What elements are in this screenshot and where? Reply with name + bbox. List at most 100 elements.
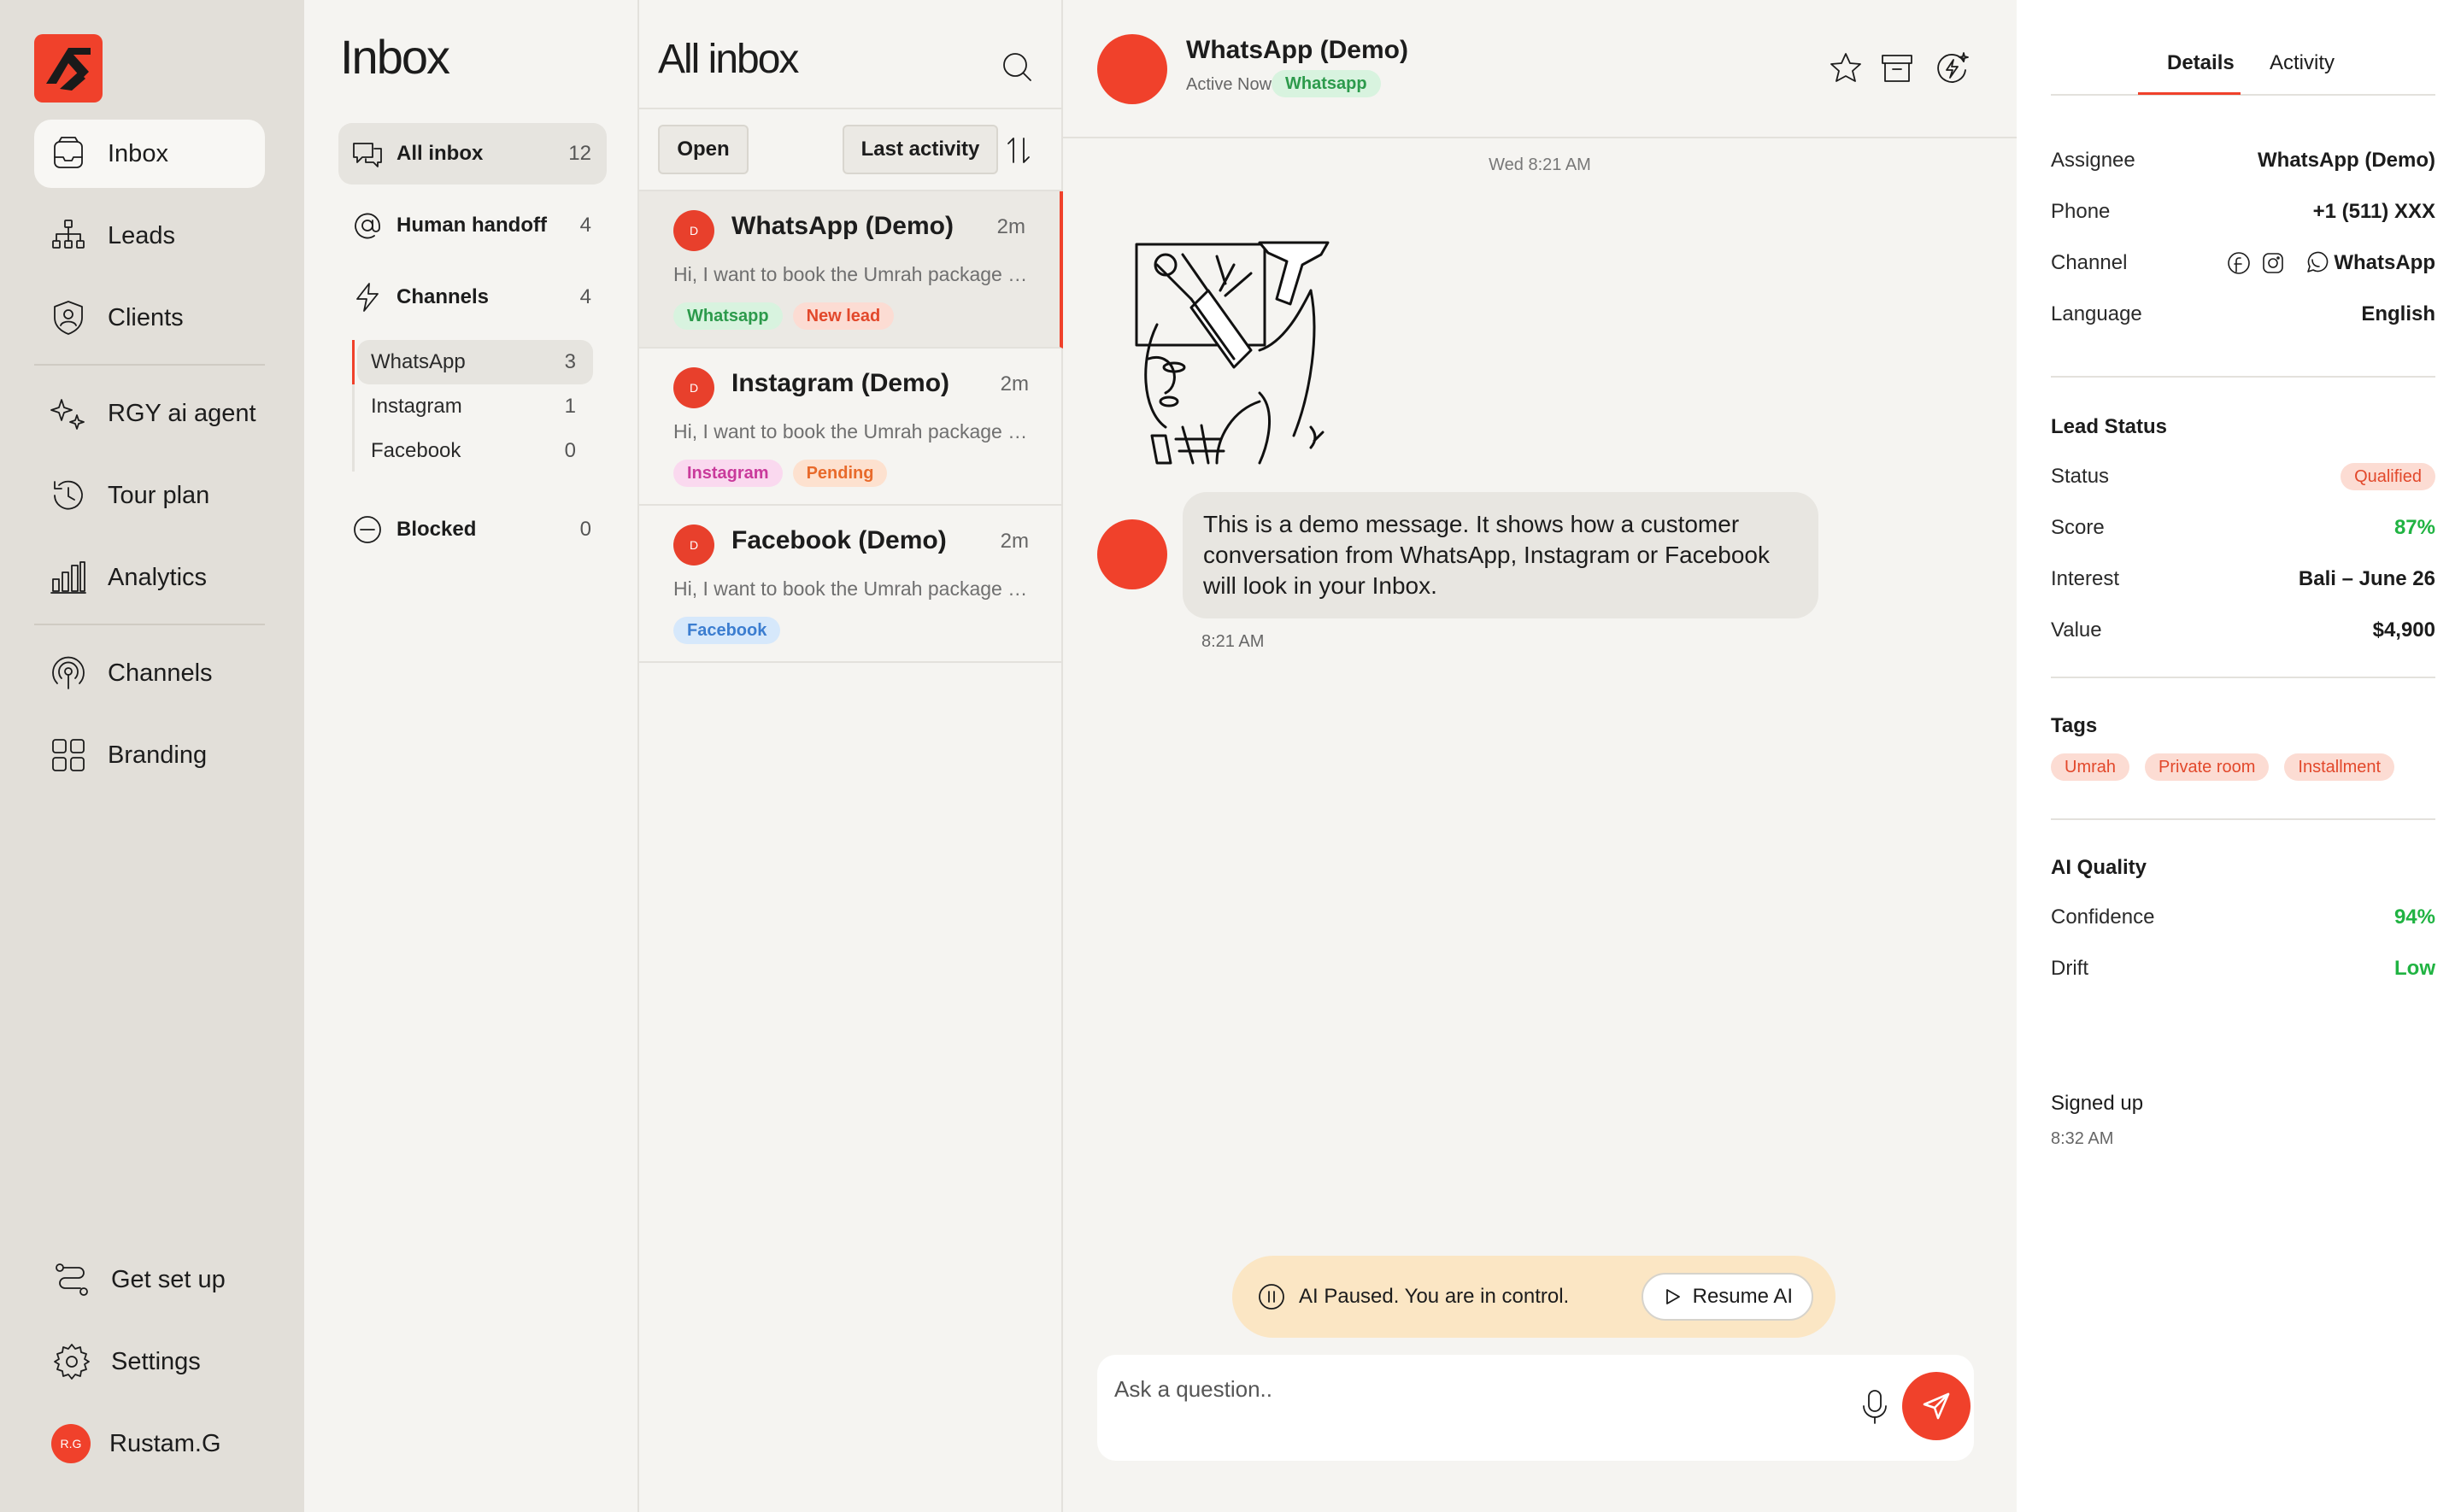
inbox-folders: Inbox All inbox 12 Human handoff 4 Chann… xyxy=(304,0,639,1512)
message-composer xyxy=(1097,1355,1974,1461)
detail-drift: Drift Low xyxy=(2051,952,2435,986)
user-name: Rustam.G xyxy=(109,1429,221,1457)
whatsapp-icon xyxy=(2307,251,2329,273)
detail-key: Channel xyxy=(2051,251,2128,274)
nav-item-get-set-up[interactable]: Get set up xyxy=(34,1245,265,1314)
nav-item-channels[interactable]: Channels xyxy=(34,639,265,707)
folder-channels[interactable]: Channels 4 xyxy=(338,267,607,328)
detail-key: Status xyxy=(2051,465,2110,488)
detail-key: Language xyxy=(2051,302,2142,325)
folder-count: 0 xyxy=(579,518,591,541)
divider xyxy=(2051,818,2435,820)
channel-tag: Facebook xyxy=(673,617,781,644)
star-icon[interactable] xyxy=(1827,50,1865,87)
divider xyxy=(639,108,1063,109)
detail-language: Language English xyxy=(2051,297,2435,331)
subfolder-whatsapp[interactable]: WhatsApp 3 xyxy=(357,340,593,384)
nav-item-leads[interactable]: Leads xyxy=(34,202,265,270)
folder-all-inbox[interactable]: All inbox 12 xyxy=(338,123,607,185)
divider xyxy=(1063,137,2017,138)
bar-chart-icon xyxy=(50,561,86,594)
detail-phone: Phone +1 (511) XXX xyxy=(2051,195,2435,229)
divider xyxy=(2051,376,2435,378)
conversation-item[interactable]: D Facebook (Demo) 2m Hi, I want to book … xyxy=(639,506,1063,663)
message-input[interactable] xyxy=(1114,1372,1798,1406)
org-chart-icon xyxy=(52,220,85,249)
conversation-time: 2m xyxy=(1000,372,1029,396)
send-icon xyxy=(1923,1392,1950,1420)
section-title: Lead Status xyxy=(2051,415,2168,438)
facebook-icon xyxy=(2228,252,2251,274)
avatar: R.G xyxy=(51,1424,91,1463)
message-time: 8:21 AM xyxy=(1201,632,1265,651)
signed-up-time: 8:32 AM xyxy=(2051,1129,2114,1148)
lead-tag[interactable]: Private room xyxy=(2145,753,2270,781)
sparkles-icon xyxy=(50,399,85,430)
folder-count: 4 xyxy=(579,285,591,308)
archive-icon[interactable] xyxy=(1878,50,1916,87)
nav-item-tour-plan[interactable]: Tour plan xyxy=(34,461,265,530)
conversation-name: Facebook (Demo) xyxy=(731,526,947,554)
play-icon xyxy=(1665,1289,1680,1304)
conversation-time: 2m xyxy=(996,215,1025,238)
detail-assignee: Assignee WhatsApp (Demo) xyxy=(2051,144,2435,178)
microphone-icon[interactable] xyxy=(1856,1386,1894,1427)
resume-ai-button[interactable]: Resume AI xyxy=(1641,1273,1813,1321)
lead-tag[interactable]: Umrah xyxy=(2051,753,2130,781)
detail-value-group: WhatsApp xyxy=(2217,250,2435,276)
nav-item-ai-agent[interactable]: RGY ai agent xyxy=(34,379,265,448)
divider xyxy=(2051,94,2435,96)
nav-item-label: Leads xyxy=(108,221,176,249)
conversation-time: 2m xyxy=(1000,530,1029,553)
tab-active-indicator xyxy=(2138,92,2241,95)
nav-item-label: Tour plan xyxy=(108,481,210,509)
chat-contact-name: WhatsApp (Demo) xyxy=(1186,36,1408,64)
avatar: D xyxy=(673,525,714,566)
section-title: Tags xyxy=(2051,714,2098,737)
nav-item-label: Branding xyxy=(108,741,208,769)
sort-last-activity-button[interactable]: Last activity xyxy=(843,125,998,174)
detail-value: +1 (511) XXX xyxy=(2312,200,2435,223)
status-badge: Qualified xyxy=(2341,463,2435,490)
channel-tag: Instagram xyxy=(673,460,783,487)
subfolder-count: 0 xyxy=(564,439,576,462)
nav-item-inbox[interactable]: Inbox xyxy=(34,120,265,188)
nav-item-settings[interactable]: Settings xyxy=(34,1327,265,1396)
detail-confidence: Confidence 94% xyxy=(2051,900,2435,935)
instagram-icon xyxy=(2263,253,2284,273)
user-profile[interactable]: R.G Rustam.G xyxy=(34,1409,265,1478)
folder-blocked[interactable]: Blocked 0 xyxy=(338,499,607,560)
subfolder-rail-active xyxy=(352,340,355,384)
tab-activity[interactable]: Activity xyxy=(2270,51,2335,75)
folder-label: Human handoff xyxy=(396,214,547,237)
subfolder-instagram[interactable]: Instagram 1 xyxy=(357,384,593,429)
sort-icon[interactable] xyxy=(1003,133,1034,167)
detail-channel: Channel WhatsApp xyxy=(2051,246,2435,280)
tab-details[interactable]: Details xyxy=(2167,51,2235,75)
subfolder-label: Instagram xyxy=(371,395,462,418)
ai-sparkle-icon[interactable] xyxy=(1933,50,1971,87)
nav-item-clients[interactable]: Clients xyxy=(34,284,265,352)
chat-status: Active Now xyxy=(1186,75,1272,94)
subfolder-facebook[interactable]: Facebook 0 xyxy=(357,429,593,473)
detail-key: Value xyxy=(2051,618,2102,642)
folder-human-handoff[interactable]: Human handoff 4 xyxy=(338,195,607,256)
detail-score: Score 87% xyxy=(2051,511,2435,545)
lead-tag[interactable]: Installment xyxy=(2284,753,2395,781)
nav-item-branding[interactable]: Branding xyxy=(34,721,265,789)
avatar xyxy=(1097,519,1167,589)
status-tag: New lead xyxy=(792,302,895,330)
brand-logo[interactable] xyxy=(34,34,103,103)
search-icon[interactable] xyxy=(998,48,1036,85)
detail-value: Bali – June 26 xyxy=(2298,567,2435,590)
folder-label: All inbox xyxy=(396,142,484,165)
conversation-item[interactable]: D WhatsApp (Demo) 2m Hi, I want to book … xyxy=(639,191,1063,349)
blocked-icon xyxy=(354,516,381,543)
conversation-item[interactable]: D Instagram (Demo) 2m Hi, I want to book… xyxy=(639,349,1063,506)
nav-item-analytics[interactable]: Analytics xyxy=(34,543,265,612)
folder-label: Channels xyxy=(396,285,490,308)
send-button[interactable] xyxy=(1902,1372,1971,1440)
detail-value-amount: Value $4,900 xyxy=(2051,613,2435,648)
filter-open-button[interactable]: Open xyxy=(658,125,749,174)
route-icon xyxy=(56,1263,88,1296)
